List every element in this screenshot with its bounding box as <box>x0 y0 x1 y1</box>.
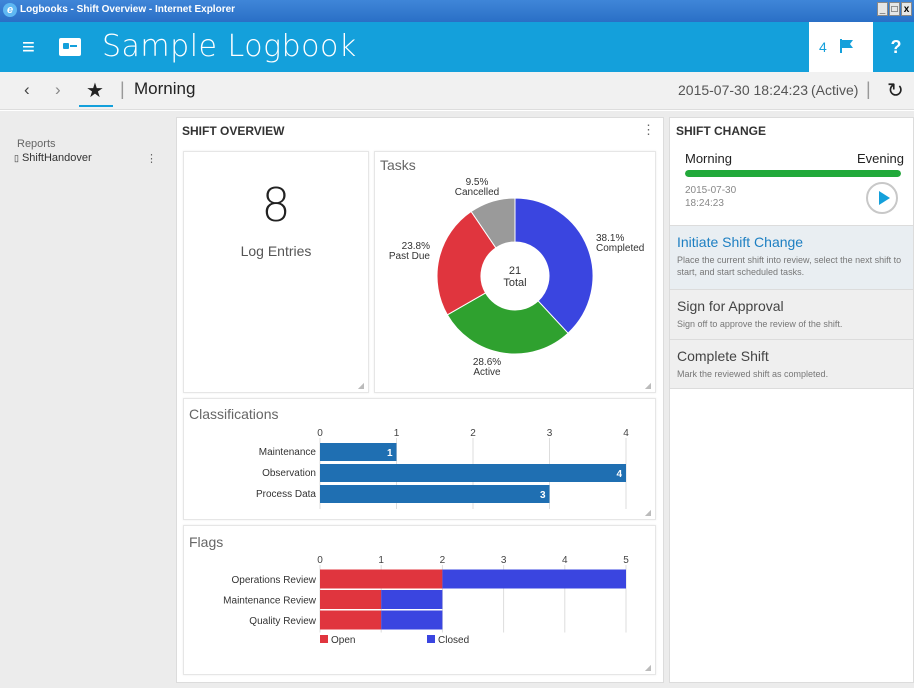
x-tick-label: 4 <box>562 555 568 566</box>
help-button[interactable]: ? <box>878 22 914 72</box>
legend-swatch-closed <box>427 635 435 643</box>
x-tick-label: 0 <box>317 555 323 566</box>
slice-category-label: Past Due <box>389 251 431 262</box>
maximize-button[interactable]: □ <box>889 2 900 16</box>
bar-segment-closed <box>442 569 626 589</box>
refresh-icon[interactable]: ↻ <box>887 78 904 103</box>
y-category-label: Operations Review <box>232 575 317 586</box>
x-tick-label: 1 <box>378 555 384 566</box>
y-category-label: Observation <box>262 468 316 479</box>
bar-value-label: 4 <box>616 469 622 480</box>
flags-button[interactable]: 4 <box>809 22 873 72</box>
bar-segment-open <box>320 569 443 589</box>
slice-category-label: Cancelled <box>455 187 499 198</box>
more-options-icon[interactable]: ⋮ <box>146 152 157 165</box>
sign-for-approval-button[interactable]: Sign for Approval Sign off to approve th… <box>670 289 913 339</box>
panel-title: SHIFT OVERVIEW <box>182 124 285 138</box>
shift-change-datetime: 2015-07-30 18:24:23 <box>685 184 775 210</box>
x-tick-label: 0 <box>317 428 323 439</box>
complete-shift-button[interactable]: Complete Shift Mark the reviewed shift a… <box>670 339 913 389</box>
sidebar: Reports ▯ ShiftHandover ⋮ <box>0 111 172 688</box>
shift-progress-bar <box>685 170 901 177</box>
classifications-bar-chart: 0 1 2 3 4 Maintenance 1 Observation 4 Process Dat… <box>256 428 629 509</box>
x-tick-label: 4 <box>623 428 629 439</box>
internet-explorer-icon: e <box>3 3 17 17</box>
action-description: Place the current shift into review, sel… <box>677 255 902 277</box>
bar-process-data <box>320 485 550 503</box>
logbook-icon <box>59 38 81 56</box>
legend-label-open: Open <box>331 635 355 646</box>
minimize-button[interactable]: _ <box>877 2 888 16</box>
bar-segment-open <box>320 590 382 609</box>
action-title: Sign for Approval <box>677 298 784 314</box>
separator: | <box>120 79 125 99</box>
shift-datetime: 2015-07-30 18:24:23 <box>678 82 808 98</box>
log-entries-count: 8 <box>261 178 291 232</box>
shift-status: (Active) <box>811 82 859 98</box>
play-icon[interactable] <box>866 182 898 214</box>
bar-segment-closed <box>381 610 443 630</box>
shift-change-date: 2015-07-30 <box>685 185 737 196</box>
current-shift-name[interactable]: Morning <box>134 79 195 99</box>
action-title: Initiate Shift Change <box>677 234 804 250</box>
x-tick-label: 5 <box>623 555 629 566</box>
from-shift: Morning <box>685 151 732 166</box>
y-category-label: Quality Review <box>249 616 316 627</box>
window-controls: _ □ x <box>877 2 912 16</box>
initiate-shift-change-button[interactable]: Initiate Shift Change Place the current … <box>670 225 913 289</box>
bar-observation <box>320 464 626 482</box>
bar-segment-open <box>320 610 382 630</box>
shift-progress-fill <box>685 170 901 177</box>
donut-total-value: 21 <box>509 265 521 277</box>
close-button[interactable]: x <box>901 2 912 16</box>
to-shift: Evening <box>857 151 904 166</box>
x-tick-label: 2 <box>470 428 476 439</box>
separator: | <box>866 79 871 99</box>
flags-bar-chart: 0 1 2 3 4 5 Operations Review Maintenance Revie… <box>223 555 629 646</box>
x-tick-label: 1 <box>394 428 400 439</box>
action-title: Complete Shift <box>677 348 769 364</box>
more-options-icon[interactable]: ⋮ <box>642 122 655 138</box>
window-title: Logbooks - Shift Overview - Internet Exp… <box>20 4 236 15</box>
slice-category-label: Completed <box>596 243 644 254</box>
x-tick-label: 3 <box>501 555 507 566</box>
y-category-label: Maintenance <box>259 447 317 458</box>
star-icon[interactable]: ★ <box>86 78 104 103</box>
document-icon: ▯ <box>14 153 19 163</box>
y-category-label: Process Data <box>256 489 316 500</box>
flag-count: 4 <box>819 39 827 55</box>
sidebar-item-label: ShiftHandover <box>21 152 92 164</box>
forward-button[interactable]: › <box>55 80 61 100</box>
bar-segment-closed <box>381 590 443 609</box>
log-entries-label: Log Entries <box>240 243 312 259</box>
panel-title: SHIFT CHANGE <box>676 124 766 138</box>
back-button[interactable]: ‹ <box>24 80 30 100</box>
app-header: ≡ Sample Logbook <box>0 22 914 72</box>
action-description: Mark the reviewed shift as completed. <box>677 369 829 379</box>
browser-titlebar: e Logbooks - Shift Overview - Internet E… <box>0 0 914 22</box>
x-tick-label: 3 <box>547 428 553 439</box>
legend-label-closed: Closed <box>438 635 469 646</box>
sidebar-section-label: Reports <box>17 138 56 150</box>
flag-icon <box>840 39 853 53</box>
slice-category-label: Active <box>473 367 501 378</box>
tasks-donut-chart: 38.1%Completed28.6%Active23.8%Past Due9.… <box>389 177 645 378</box>
shift-change-time: 18:24:23 <box>685 198 724 209</box>
bar-maintenance <box>320 443 397 461</box>
resize-handle-icon[interactable]: ◢ <box>358 381 364 390</box>
app-title: Sample Logbook <box>102 29 357 64</box>
sidebar-item-shifthandover[interactable]: ▯ ShiftHandover ⋮ <box>14 152 159 166</box>
action-description: Sign off to approve the review of the sh… <box>677 319 843 329</box>
x-tick-label: 2 <box>440 555 446 566</box>
hamburger-icon[interactable]: ≡ <box>22 35 35 59</box>
bar-value-label: 1 <box>387 448 393 459</box>
bar-value-label: 3 <box>540 490 546 501</box>
donut-total-label: Total <box>503 277 526 289</box>
y-category-label: Maintenance Review <box>223 596 317 607</box>
legend-swatch-open <box>320 635 328 643</box>
active-tab-indicator <box>79 105 113 107</box>
navigation-bar: ‹ › ★ | Morning 2015-07-30 18:24:23 (Act… <box>0 72 914 110</box>
